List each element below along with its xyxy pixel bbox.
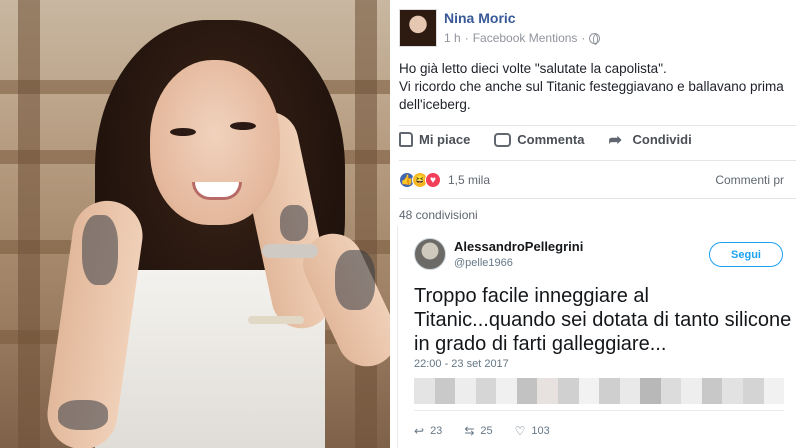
divider — [399, 125, 796, 126]
like-button[interactable]: Mi piace — [399, 132, 470, 147]
bg-post — [355, 0, 377, 448]
meta-separator: · — [464, 31, 469, 45]
post-text-line: Vi ricordo che anche sul Titanic festegg… — [399, 79, 784, 112]
heart-icon: ♡ — [514, 424, 526, 438]
tweet-author-name[interactable]: AlessandroPellegrini — [454, 239, 583, 254]
love-reaction-icon: ♥ — [425, 172, 441, 188]
share-button[interactable]: Condividi — [608, 130, 692, 150]
face — [150, 60, 280, 225]
tattoo — [58, 400, 108, 430]
blurred-likers — [414, 378, 785, 404]
tweet-date[interactable]: 22:00 - 23 set 2017 — [414, 358, 509, 370]
tattoo — [280, 205, 308, 241]
divider — [399, 198, 796, 199]
retweet-icon: ⇆ — [464, 424, 475, 438]
like-icon — [399, 132, 413, 147]
comments-link[interactable]: Commenti pr — [715, 173, 784, 187]
post-meta: 1 h · Facebook Mentions · — [444, 31, 601, 45]
reply-icon: ↩ — [414, 424, 425, 438]
eye — [230, 122, 256, 130]
post-text: Ho già letto dieci volte "salutate la ca… — [399, 60, 789, 114]
share-label: Condividi — [632, 132, 692, 147]
bracelet — [248, 316, 304, 324]
profile-photo — [0, 0, 390, 448]
avatar[interactable] — [399, 9, 437, 47]
reaction-count: 1,5 mila — [448, 173, 491, 187]
comment-icon — [494, 132, 512, 147]
like-tweet-button[interactable]: ♡ 103 — [515, 424, 550, 438]
post-text-line: Ho già letto dieci volte "salutate la ca… — [399, 61, 667, 76]
retweet-button[interactable]: ⇆ 25 — [464, 424, 492, 438]
post-source[interactable]: Facebook Mentions — [473, 31, 578, 45]
reaction-summary[interactable]: 👍 😆 ♥ 1,5 mila — [399, 172, 490, 188]
eye — [170, 128, 196, 136]
tweet-actions: ↩ 23 ⇆ 25 ♡ 103 — [414, 424, 550, 438]
post-actions: Mi piace Commenta Condividi — [399, 130, 796, 150]
embedded-tweet: AlessandroPellegrini @pelle1966 Segui Tr… — [397, 226, 796, 448]
like-count: 103 — [531, 425, 550, 437]
tweet-text: Troppo facile inneggiare al Titanic...qu… — [414, 285, 792, 355]
divider — [399, 160, 796, 161]
bg-post — [18, 0, 40, 448]
tattoo — [82, 215, 118, 285]
tweet-avatar[interactable] — [414, 238, 446, 270]
tattoo — [335, 250, 375, 310]
follow-button[interactable]: Segui — [709, 242, 783, 267]
like-label: Mi piace — [419, 132, 471, 147]
comment-button[interactable]: Commenta — [494, 132, 584, 147]
divider — [414, 410, 784, 411]
reply-button[interactable]: ↩ 23 — [414, 424, 442, 438]
bracelet — [262, 244, 318, 258]
share-icon — [608, 130, 626, 150]
post-time[interactable]: 1 h — [444, 31, 461, 45]
comment-label: Commenta — [517, 132, 585, 147]
author-name[interactable]: Nina Moric — [444, 10, 516, 26]
retweet-count: 25 — [480, 425, 493, 437]
reply-count: 23 — [430, 425, 443, 437]
globe-icon[interactable] — [589, 32, 601, 45]
shares-count[interactable]: 48 condivisioni — [399, 208, 478, 222]
tweet-handle[interactable]: @pelle1966 — [454, 257, 513, 269]
meta-separator: · — [581, 31, 586, 45]
